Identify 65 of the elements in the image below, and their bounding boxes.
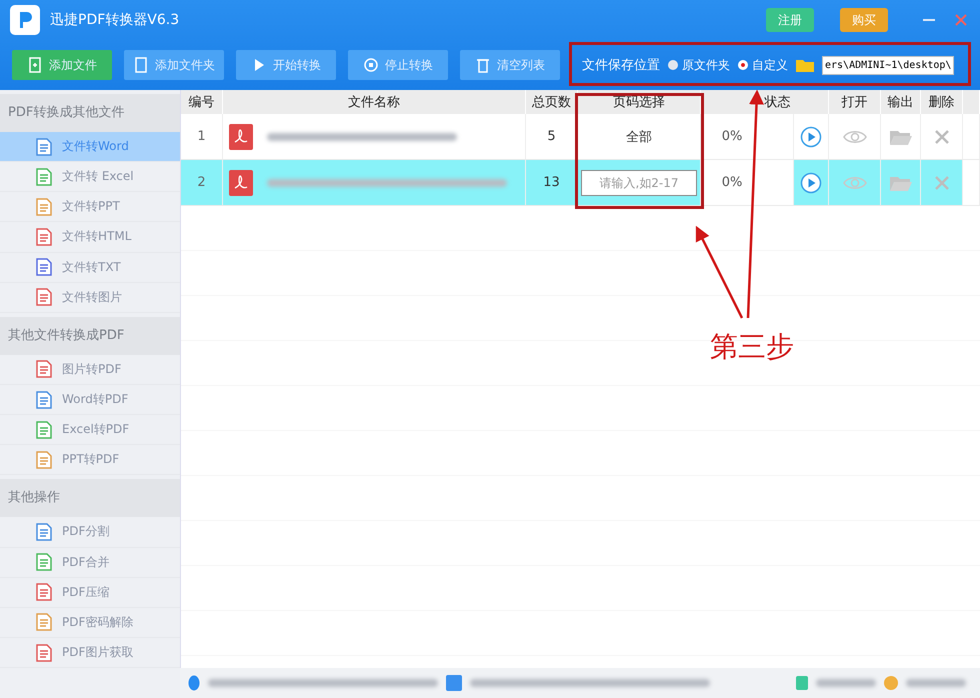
delete-icon[interactable] [934, 174, 950, 190]
section-header: PDF转换成其他文件 [0, 94, 180, 132]
blurred-text [816, 679, 876, 687]
table-cell: 全部 [578, 114, 701, 159]
sidebar-item[interactable]: PDF分割 [0, 517, 180, 548]
column-header: 状态 [701, 90, 829, 114]
table-cell: 0% [701, 114, 794, 159]
play-icon[interactable] [800, 172, 822, 194]
sidebar-item[interactable]: PDF密码解除 [0, 608, 180, 638]
column-header: 编号 [181, 90, 223, 114]
sidebar-item[interactable]: PPT转PDF [0, 445, 180, 476]
page-range-field[interactable]: 请输入,如2-17 [581, 170, 697, 196]
sidebar-item[interactable]: 文件转HTML [0, 222, 180, 253]
table-cell: 5 [526, 114, 578, 159]
stop-icon [363, 57, 379, 73]
radio-option[interactable]: 原文件夹 [668, 56, 730, 74]
section-header: 其他操作 [0, 479, 180, 518]
folder-icon[interactable] [890, 174, 912, 190]
pdf-file-icon [229, 124, 253, 150]
delete-icon[interactable] [934, 128, 950, 144]
sidebar-item[interactable]: Word转PDF [0, 384, 180, 416]
sidebar-item[interactable]: 文件转图片 [0, 282, 180, 313]
toolbar-button[interactable]: 添加文件夹 [124, 50, 224, 80]
folder-icon [796, 58, 814, 72]
path-field[interactable]: ers\ADMINI~1\desktop\ [822, 56, 954, 74]
column-header: 页码选择 [578, 90, 701, 114]
sidebar-item[interactable]: Excel转PDF [0, 415, 180, 446]
window-title: 迅捷PDF转换器V6.3 [50, 11, 180, 29]
toolbar-button[interactable]: 添加文件 [12, 50, 112, 80]
table-cell: 1 [181, 114, 223, 159]
eye-icon[interactable] [842, 174, 866, 190]
toolbar-button[interactable]: 开始转换 [236, 50, 336, 80]
table-row[interactable]: 2 13 请输入,如2-17 0% [181, 160, 980, 206]
annotation-text: 第三步 [710, 329, 794, 365]
add-file-icon [27, 57, 43, 73]
section-header: 其他文件转换成PDF [0, 316, 180, 355]
title-button[interactable]: 注册 [766, 8, 814, 32]
sidebar-item[interactable]: PDF合并 [0, 548, 180, 578]
folder-icon[interactable] [890, 128, 912, 144]
logo-icon [10, 5, 40, 35]
table-cell: 2 [181, 160, 223, 205]
save-location-label: 文件保存位置 [582, 57, 660, 74]
blurred-text [906, 679, 966, 687]
sidebar-item[interactable]: 文件转Word [0, 132, 180, 162]
column-header: 打开 [829, 90, 881, 114]
document-icon [133, 57, 149, 73]
trash-icon [475, 57, 491, 73]
toolbar-button[interactable]: 清空列表 [460, 50, 560, 80]
sidebar-item[interactable]: PDF压缩 [0, 578, 180, 608]
pdf-file-icon [229, 170, 253, 196]
sidebar-item[interactable]: 图片转PDF [0, 354, 180, 385]
table-cell: 13 [526, 160, 578, 205]
sidebar-item[interactable]: 文件转TXT [0, 252, 180, 283]
sidebar-item[interactable]: 文件转 Excel [0, 162, 180, 192]
title-button[interactable]: 购买 [840, 8, 888, 32]
eye-icon[interactable] [842, 128, 866, 144]
sidebar-item[interactable]: 文件转PPT [0, 192, 180, 222]
column-header: 文件名称 [223, 90, 526, 114]
toolbar-button[interactable]: 停止转换 [348, 50, 448, 80]
column-header: 删除 [921, 90, 963, 114]
column-header: 输出 [881, 90, 921, 114]
column-header: 总页数 [526, 90, 578, 114]
radio-option[interactable]: 自定义 [738, 56, 788, 74]
close-icon [954, 13, 968, 27]
play-icon[interactable] [800, 126, 822, 148]
